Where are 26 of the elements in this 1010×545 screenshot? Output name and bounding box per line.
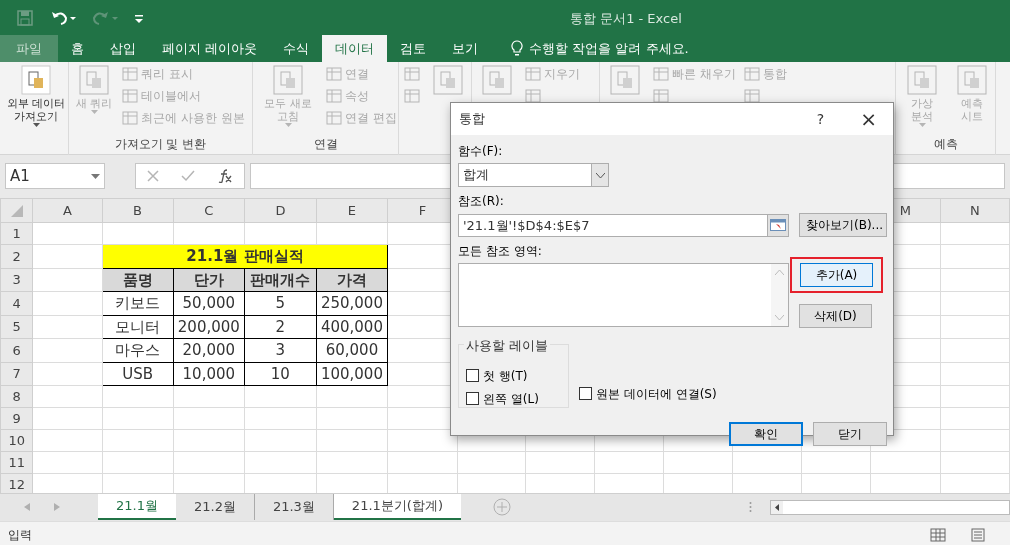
table-cell: 250,000 xyxy=(316,291,388,315)
table-cell: 400,000 xyxy=(316,315,388,339)
table-cell: 5 xyxy=(244,291,317,315)
status-mode: 입력 xyxy=(8,527,32,544)
table-cell: 2 xyxy=(244,315,317,339)
table-cell: 모니터 xyxy=(102,315,173,339)
field-label: 함수(F): xyxy=(458,143,504,159)
table-cell: 100,000 xyxy=(316,362,388,386)
field-label: 모든 참조 영역: xyxy=(458,243,543,259)
window-title: 통합 문서1 - Excel xyxy=(570,10,682,28)
group-label: 예측 xyxy=(932,136,959,153)
table-cell: 20,000 xyxy=(173,338,245,362)
table-cell: 키보드 xyxy=(102,291,173,315)
table-cell: 마우스 xyxy=(102,338,173,362)
table-cell: 3 xyxy=(244,338,317,362)
field-label: 참조(R): xyxy=(458,193,505,209)
table-title-cell: 21.1월 판매실적 xyxy=(102,244,388,268)
table-cell: 10,000 xyxy=(173,362,245,386)
group-label: 연결 xyxy=(312,136,339,153)
table-cell: 10 xyxy=(244,362,317,386)
table-cell: 200,000 xyxy=(173,315,245,339)
table-cell: USB xyxy=(102,362,173,386)
group-label: 가져오기 및 변환 xyxy=(113,136,208,153)
table-cell: 60,000 xyxy=(316,338,388,362)
table-cell: 50,000 xyxy=(173,291,245,315)
dialog-title: 통합 xyxy=(459,110,485,129)
